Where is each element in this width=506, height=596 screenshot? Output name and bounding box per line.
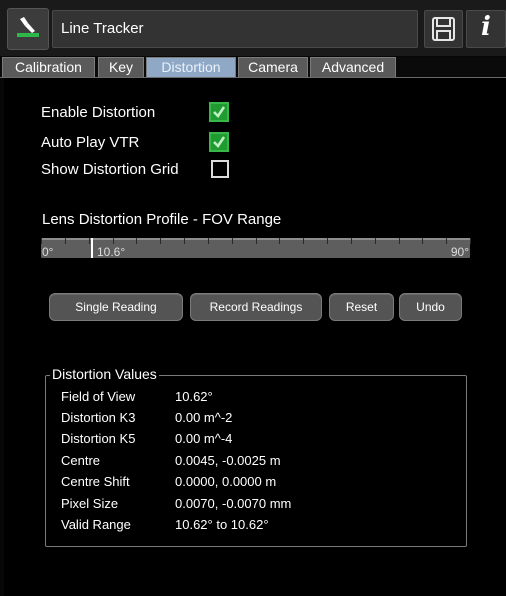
row-value-valid-range: 10.62° to 10.62° [175,517,269,532]
tab-distortion[interactable]: Distortion [146,57,236,77]
line-tracker-window: Line Tracker i Calibration Key Distortio… [0,0,506,596]
window-title: Line Tracker [61,20,144,37]
show-distortion-grid-checkbox[interactable] [211,160,229,178]
row-value-centre-shift: 0.0000, 0.0000 m [175,474,277,489]
slider-tick [399,238,400,244]
tab-key[interactable]: Key [98,57,144,77]
enable-distortion-checkbox[interactable] [209,102,229,122]
row-value-k5: 0.00 m^-4 [175,431,233,446]
slider-tick [351,238,352,244]
fov-marker[interactable] [91,238,93,258]
distortion-values-title: Distortion Values [50,366,159,382]
tab-advanced[interactable]: Advanced [310,57,396,77]
distortion-values-group: Distortion Values Field of View 10.62° D… [45,366,467,547]
enable-distortion-label: Enable Distortion [41,104,156,121]
tracker-icon[interactable] [7,8,49,50]
slider-tick [184,238,185,244]
slider-tick [446,238,447,244]
slider-tick [256,238,257,244]
slider-tick [113,238,114,244]
fov-value-label: 10.6° [97,245,126,259]
row-label-k5: Distortion K5 [61,431,136,446]
row-label-pixel-size: Pixel Size [61,496,119,511]
slider-tick [232,238,233,244]
tab-bar: Calibration Key Distortion Camera Advanc… [0,57,506,78]
row-value-centre: 0.0045, -0.0025 m [175,453,281,468]
slider-tick [208,238,209,244]
slider-tick [89,238,90,244]
fov-range-title: Lens Distortion Profile - FOV Range [42,211,282,228]
row-label-valid-range: Valid Range [61,517,131,532]
slider-tick [422,238,423,244]
slider-tick [41,238,42,244]
row-label-centre-shift: Centre Shift [61,474,130,489]
undo-button[interactable]: Undo [399,293,462,321]
slider-tick [65,238,66,244]
title-bar: Line Tracker i [0,0,506,56]
slider-tick [303,238,304,244]
record-readings-button[interactable]: Record Readings [190,293,322,321]
checkmark-icon [213,136,226,148]
title-field: Line Tracker [52,10,418,48]
checkmark-icon [213,106,226,118]
show-distortion-grid-label: Show Distortion Grid [41,161,179,178]
row-value-k3: 0.00 m^-2 [175,410,233,425]
slider-tick [136,238,137,244]
save-button[interactable] [424,10,463,48]
row-label-k3: Distortion K3 [61,410,136,425]
fov-max-label: 90° [450,245,469,259]
reset-button[interactable]: Reset [329,293,394,321]
row-value-field-of-view: 10.62° [175,389,213,404]
slider-tick [160,238,161,244]
slider-tick [375,238,376,244]
auto-play-vtr-label: Auto Play VTR [41,134,140,151]
tab-camera[interactable]: Camera [238,57,308,77]
fov-range-slider[interactable]: 0° 10.6° 90° [41,238,471,259]
fov-min-label: 0° [42,245,54,259]
auto-play-vtr-checkbox[interactable] [209,132,229,152]
distortion-panel: Enable Distortion Auto Play VTR Show Dis… [4,78,506,596]
slider-tick [470,238,471,244]
single-reading-button[interactable]: Single Reading [49,293,183,321]
tab-calibration[interactable]: Calibration [2,57,95,77]
info-button[interactable]: i [466,10,506,48]
info-icon: i [481,12,491,42]
row-label-centre: Centre [61,453,101,468]
slider-tick [279,238,280,244]
row-value-pixel-size: 0.0070, -0.0070 mm [175,496,292,511]
floppy-disk-icon [432,17,455,41]
row-label-field-of-view: Field of View [61,389,136,404]
slider-tick [327,238,328,244]
